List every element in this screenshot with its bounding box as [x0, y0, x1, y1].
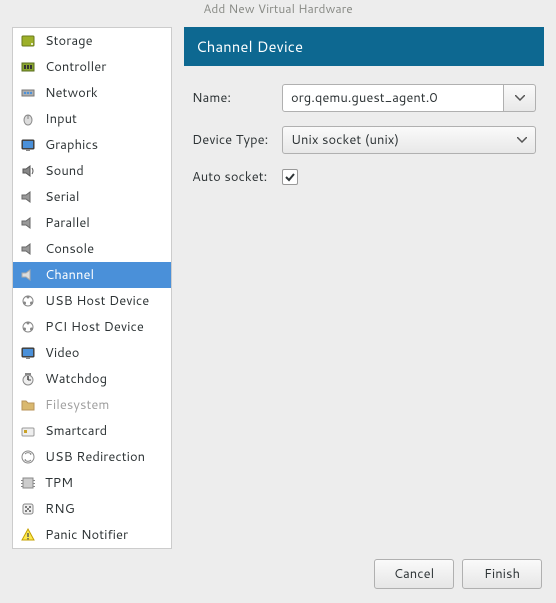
graphics-icon	[19, 136, 37, 154]
sidebar-item-label: RNG	[45, 500, 75, 518]
sidebar-item-input[interactable]: Input	[13, 106, 171, 132]
tpm-icon	[19, 474, 37, 492]
sidebar-item-label: Input	[45, 110, 77, 128]
name-input[interactable]: org.qemu.guest_agent.0	[282, 84, 504, 112]
sidebar-item-console[interactable]: Console	[13, 236, 171, 262]
usb-redir-icon	[19, 448, 37, 466]
sidebar-item-watchdog[interactable]: Watchdog	[13, 366, 171, 392]
panic-icon	[19, 526, 37, 544]
auto-socket-checkbox[interactable]	[282, 169, 298, 185]
sidebar-item-label: Serial	[45, 188, 79, 206]
device-type-value: Unix socket (unix)	[291, 131, 399, 149]
sidebar-item-panic-notifier[interactable]: Panic Notifier	[13, 522, 171, 548]
name-value: org.qemu.guest_agent.0	[291, 89, 438, 107]
sidebar-item-label: Watchdog	[45, 370, 107, 388]
chevron-down-icon	[517, 137, 527, 143]
sidebar-item-tpm[interactable]: TPM	[13, 470, 171, 496]
sidebar-item-label: Network	[45, 84, 98, 102]
sidebar-item-label: Panic Notifier	[45, 526, 128, 544]
sidebar-item-filesystem: Filesystem	[13, 392, 171, 418]
sidebar-item-label: Storage	[45, 32, 93, 50]
finish-label: Finish	[484, 565, 520, 583]
sidebar-item-usb-redirection[interactable]: USB Redirection	[13, 444, 171, 470]
storage-icon	[19, 32, 37, 50]
sidebar-item-network[interactable]: Network	[13, 80, 171, 106]
name-dropdown-toggle[interactable]	[504, 84, 536, 112]
sound-icon	[19, 162, 37, 180]
chevron-down-icon	[515, 95, 525, 101]
sidebar-item-label: Controller	[45, 58, 106, 76]
auto-socket-label: Auto socket:	[192, 168, 274, 186]
smartcard-icon	[19, 422, 37, 440]
main-panel: Channel Device Name: org.qemu.guest_agen…	[184, 27, 544, 549]
controller-icon	[19, 58, 37, 76]
sidebar-item-label: Console	[45, 240, 94, 258]
input-icon	[19, 110, 37, 128]
row-name: Name: org.qemu.guest_agent.0	[192, 84, 536, 112]
sidebar-item-label: Channel	[45, 266, 94, 284]
sidebar-item-label: Filesystem	[45, 396, 109, 414]
panel-body: Name: org.qemu.guest_agent.0 Device Type…	[184, 66, 544, 194]
sidebar-item-smartcard[interactable]: Smartcard	[13, 418, 171, 444]
channel-icon	[19, 266, 37, 284]
pci-host-icon	[19, 318, 37, 336]
sidebar-item-label: Video	[45, 344, 79, 362]
sidebar-item-pci-host-device[interactable]: PCI Host Device	[13, 314, 171, 340]
sidebar-item-label: Graphics	[45, 136, 98, 154]
title-bar: Add New Virtual Hardware	[0, 0, 556, 17]
row-auto-socket: Auto socket:	[192, 168, 536, 186]
video-icon	[19, 344, 37, 362]
sidebar-item-sound[interactable]: Sound	[13, 158, 171, 184]
cancel-button[interactable]: Cancel	[374, 559, 454, 589]
console-icon	[19, 240, 37, 258]
sidebar-item-label: USB Redirection	[45, 448, 145, 466]
dialog-window: Add New Virtual Hardware Storage Controll…	[0, 0, 556, 602]
sidebar-item-storage[interactable]: Storage	[13, 28, 171, 54]
sidebar-item-label: Parallel	[45, 214, 90, 232]
sidebar-item-label: PCI Host Device	[45, 318, 144, 336]
sidebar-item-label: TPM	[45, 474, 73, 492]
sidebar-item-video[interactable]: Video	[13, 340, 171, 366]
filesystem-icon	[19, 396, 37, 414]
button-bar: Cancel Finish	[0, 549, 556, 603]
sidebar-item-serial[interactable]: Serial	[13, 184, 171, 210]
name-label: Name:	[192, 89, 274, 107]
sidebar-item-channel[interactable]: Channel	[13, 262, 171, 288]
sidebar-item-label: Smartcard	[45, 422, 107, 440]
sidebar-item-label: USB Host Device	[45, 292, 149, 310]
check-icon	[284, 171, 296, 183]
device-type-dropdown[interactable]: Unix socket (unix)	[282, 126, 536, 154]
sidebar-item-label: Sound	[45, 162, 84, 180]
cancel-label: Cancel	[394, 565, 434, 583]
finish-button[interactable]: Finish	[462, 559, 542, 589]
serial-icon	[19, 188, 37, 206]
network-icon	[19, 84, 37, 102]
name-combo: org.qemu.guest_agent.0	[282, 84, 536, 112]
sidebar-item-usb-host-device[interactable]: USB Host Device	[13, 288, 171, 314]
rng-icon	[19, 500, 37, 518]
parallel-icon	[19, 214, 37, 232]
window-title: Add New Virtual Hardware	[203, 0, 352, 17]
sidebar-item-graphics[interactable]: Graphics	[13, 132, 171, 158]
sidebar-item-rng[interactable]: RNG	[13, 496, 171, 522]
sidebar-item-controller[interactable]: Controller	[13, 54, 171, 80]
panel-header: Channel Device	[184, 27, 544, 66]
sidebar-item-parallel[interactable]: Parallel	[13, 210, 171, 236]
watchdog-icon	[19, 370, 37, 388]
usb-host-icon	[19, 292, 37, 310]
device-type-label: Device Type:	[192, 131, 274, 149]
hardware-list[interactable]: Storage Controller Network Input Graphics Sou…	[12, 27, 172, 549]
row-device-type: Device Type: Unix socket (unix)	[192, 126, 536, 154]
content-area: Storage Controller Network Input Graphics Sou…	[0, 17, 556, 549]
